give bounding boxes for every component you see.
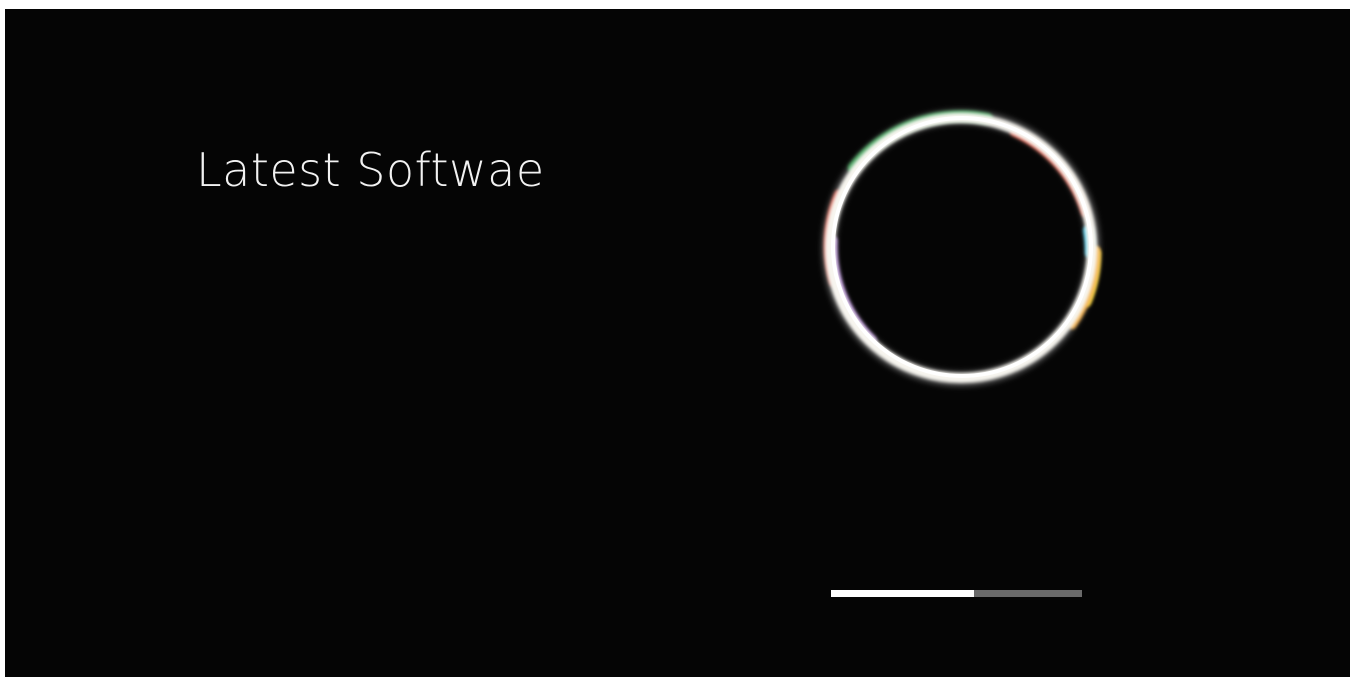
progress-bar [831,590,1082,597]
progress-bar-fill [831,590,975,597]
loading-ring-icon [819,109,1103,389]
page-title: Latest Softwae [196,143,545,197]
boot-screen: Latest Softwae [5,9,1350,677]
